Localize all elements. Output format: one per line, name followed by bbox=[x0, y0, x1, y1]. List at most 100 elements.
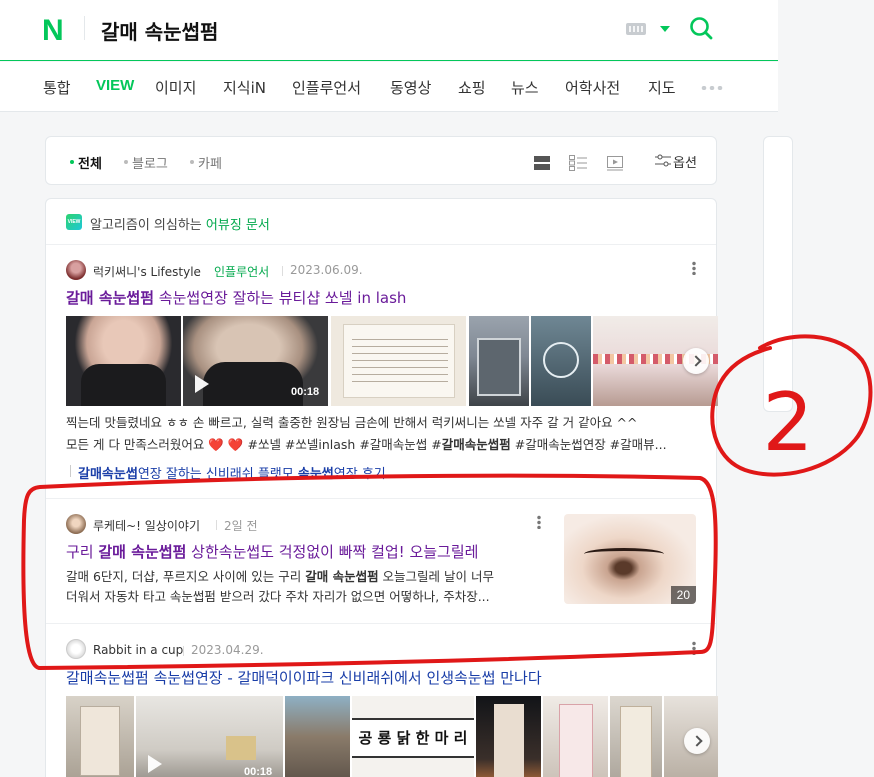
standing-banner bbox=[559, 704, 593, 777]
video-thumbnail[interactable]: 00:18 bbox=[183, 316, 328, 406]
eyelash-thumbnail[interactable]: 20 bbox=[564, 514, 696, 604]
more-options-icon[interactable] bbox=[537, 515, 541, 529]
price-board bbox=[343, 324, 455, 398]
box bbox=[226, 736, 256, 760]
filter-bar: 전체 블로그 카페 옵션 bbox=[45, 136, 717, 185]
result-title-rest: 상한속눈썹도 걱정없이 빠짝 컬업! 오늘그릴레 bbox=[186, 543, 479, 561]
result-title[interactable]: 구리 갈매 속눈썹펌 상한속눈썹도 걱정없이 빠짝 컬업! 오늘그릴레 bbox=[66, 541, 478, 562]
thumbnail-image[interactable] bbox=[285, 696, 350, 777]
divider bbox=[46, 244, 716, 245]
tab-shopping[interactable]: 쇼핑 bbox=[458, 77, 486, 98]
thumbnail-image[interactable] bbox=[543, 696, 608, 777]
result-title[interactable]: 갈매속눈썹펌 속눈썹연장 - 갈매덕이이파크 신비래쉬에서 인생속눈썹 만나다 bbox=[66, 667, 542, 688]
tab-influencer[interactable]: 인플루언서 bbox=[292, 77, 361, 98]
search-tabs: 통합 VIEW 이미지 지식iN 인플루언서 동영상 쇼핑 뉴스 어학사전 지도 bbox=[0, 62, 778, 112]
thumbnail-list-icon[interactable] bbox=[569, 155, 587, 171]
store-sign: 공 룡 닭 한 마 리 bbox=[352, 718, 474, 758]
thumbnail-image[interactable] bbox=[531, 316, 591, 406]
divider bbox=[46, 498, 716, 499]
search-icon[interactable] bbox=[689, 16, 713, 40]
tab-dictionary[interactable]: 어학사전 bbox=[565, 77, 620, 98]
desc-highlight: 갈매 속눈썹펌 bbox=[305, 569, 379, 584]
filter-all[interactable]: 전체 bbox=[70, 153, 102, 172]
result-title-highlight: 갈매 속눈썹펌 bbox=[98, 543, 187, 561]
lashes bbox=[584, 548, 664, 560]
next-arrow-icon[interactable] bbox=[684, 728, 710, 754]
result-date: 2023.04.29. bbox=[191, 643, 264, 657]
meta-divider bbox=[282, 266, 283, 276]
video-view-icon[interactable] bbox=[607, 155, 625, 171]
avatar[interactable] bbox=[66, 514, 86, 534]
side-panel bbox=[763, 136, 793, 412]
desc-highlight: 갈매속눈썹펌 bbox=[441, 437, 511, 452]
result-author[interactable]: 루케테~! 일상이야기 bbox=[93, 517, 200, 534]
tab-video[interactable]: 동영상 bbox=[390, 77, 431, 98]
tab-map[interactable]: 지도 bbox=[648, 77, 676, 98]
abuse-notice-prefix: 알고리즘이 의심하는 bbox=[90, 218, 206, 233]
sublink-bar bbox=[70, 465, 71, 477]
storefront bbox=[477, 338, 521, 396]
tab-view[interactable]: VIEW bbox=[96, 77, 134, 94]
keyboard-icon[interactable] bbox=[626, 23, 646, 35]
result-description: 모든 게 다 만족스러웠어요 ❤️ ❤️ #쏘넬 #쏘넬inlash #갈매속눈… bbox=[66, 435, 667, 455]
divider bbox=[46, 623, 716, 624]
abuse-notice: 알고리즘이 의심하는 어뷰징 문서 bbox=[90, 214, 270, 233]
standing-banner bbox=[494, 704, 524, 777]
sublink-highlight: 갈매속눈썹 bbox=[78, 467, 138, 482]
tab-news[interactable]: 뉴스 bbox=[511, 77, 539, 98]
view-badge-icon: VIEW bbox=[66, 214, 82, 230]
thumbnail-image[interactable] bbox=[66, 696, 134, 777]
filter-blog[interactable]: 블로그 bbox=[124, 153, 168, 172]
result-author[interactable]: 럭키써니's Lifestyle bbox=[93, 263, 201, 280]
results-list: VIEW 알고리즘이 의심하는 어뷰징 문서 럭키써니's Lifestyle … bbox=[45, 198, 718, 777]
desc-text: #갈매속눈썹연장 #갈매뷰... bbox=[510, 437, 667, 452]
thumbnail-image[interactable]: 공 룡 닭 한 마 리 bbox=[352, 696, 474, 777]
thumbnail-image[interactable] bbox=[664, 696, 718, 777]
next-arrow-icon[interactable] bbox=[683, 348, 709, 374]
thumbnail-image[interactable] bbox=[593, 316, 718, 406]
avatar[interactable] bbox=[66, 260, 86, 280]
result-author[interactable]: Rabbit in a cup bbox=[93, 643, 183, 657]
play-icon[interactable] bbox=[148, 755, 162, 773]
search-header: N 갈매 속눈썹펌 bbox=[0, 0, 778, 61]
sublink-text: 연장 잘하는 신비래쉬 플랫모 bbox=[137, 467, 298, 482]
sublink-highlight: 속눈썹 bbox=[297, 467, 334, 482]
play-icon[interactable] bbox=[195, 375, 209, 393]
list-view-icon[interactable] bbox=[534, 155, 550, 171]
thumbnail-image[interactable] bbox=[476, 696, 541, 777]
thumbnail-image[interactable] bbox=[66, 316, 181, 406]
result-title-pre: 구리 bbox=[66, 543, 99, 561]
desc-text: 갈매 6단지, 더샵, 푸르지오 사이에 있는 구리 bbox=[66, 569, 306, 584]
filter-cafe[interactable]: 카페 bbox=[190, 153, 222, 172]
thumbnail-image[interactable] bbox=[610, 696, 662, 777]
result-description: 찍는데 맛들렸네요 ㅎㅎ 손 빠르고, 실력 출중한 원장님 금손에 반해서 럭… bbox=[66, 415, 638, 430]
more-tabs-icon[interactable] bbox=[700, 86, 725, 90]
mask bbox=[203, 362, 303, 406]
tab-images[interactable]: 이미지 bbox=[155, 77, 196, 98]
chevron-down-icon[interactable] bbox=[660, 26, 670, 32]
banner bbox=[80, 706, 120, 776]
related-post-link[interactable]: 갈매속눈썹연장 잘하는 신비래쉬 플랫모 속눈썹연장 후기 bbox=[78, 463, 386, 482]
options-label[interactable]: 옵션 bbox=[673, 152, 697, 171]
result-title[interactable]: 갈매 속눈썹펌 속눈썹연장 잘하는 뷰티샵 쏘넬 in lash bbox=[66, 287, 406, 308]
abuse-notice-link[interactable]: 어뷰징 문서 bbox=[206, 218, 270, 233]
more-options-icon[interactable] bbox=[692, 641, 696, 655]
thumbnail-image[interactable] bbox=[469, 316, 529, 406]
result-date: 2일 전 bbox=[224, 519, 258, 533]
result-date: 2023.06.09. bbox=[290, 263, 363, 277]
header-divider bbox=[84, 16, 85, 40]
tab-kin[interactable]: 지식iN bbox=[223, 77, 266, 98]
options-icon[interactable] bbox=[655, 154, 671, 168]
mask bbox=[81, 364, 166, 406]
result-title-rest: 속눈썹연장 잘하는 뷰티샵 쏘넬 in lash bbox=[154, 289, 407, 307]
thumbnail-image[interactable] bbox=[331, 316, 466, 406]
naver-logo[interactable]: N bbox=[42, 14, 64, 48]
influencer-badge[interactable]: 인플루언서 bbox=[214, 263, 269, 280]
more-options-icon[interactable] bbox=[692, 261, 696, 275]
video-thumbnail[interactable]: 00:18 bbox=[136, 696, 283, 777]
banner bbox=[620, 706, 652, 777]
search-query[interactable]: 갈매 속눈썹펌 bbox=[101, 16, 218, 45]
tab-integrated[interactable]: 통합 bbox=[43, 77, 71, 98]
sublink-text: 연장 후기 bbox=[333, 467, 386, 482]
avatar[interactable] bbox=[66, 639, 86, 659]
